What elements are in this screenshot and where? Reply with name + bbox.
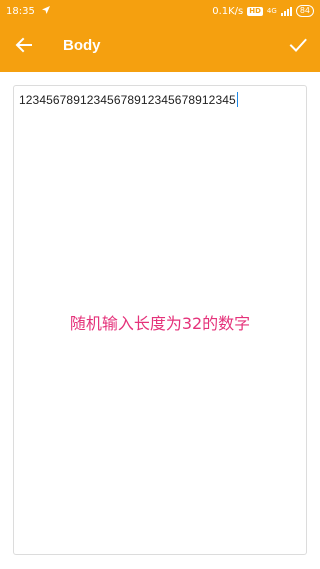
signal-icon	[280, 6, 292, 16]
done-button[interactable]	[286, 35, 310, 59]
network-type: 4G	[266, 7, 277, 15]
battery-level: 84	[299, 6, 310, 15]
location-icon	[41, 5, 51, 18]
app-bar: Body	[0, 22, 320, 72]
annotation-text: 随机输入长度为32的数字	[69, 314, 251, 333]
check-icon	[289, 36, 307, 58]
body-text-value: 12345678912345678912345678912345	[19, 92, 239, 107]
page-title: Body	[63, 37, 101, 54]
hd-badge: HD	[247, 6, 263, 16]
battery-icon: 84	[295, 5, 314, 17]
screen: 18:35 0.1K/s HD 4G 84 Body 1234567891234…	[0, 0, 320, 569]
status-bar: 18:35 0.1K/s HD 4G 84	[0, 0, 320, 22]
body-text: 12345678912345678912345678912345	[19, 93, 236, 107]
body-text-area[interactable]: 12345678912345678912345678912345 随机输入长度为…	[13, 85, 307, 555]
text-caret	[236, 92, 239, 107]
status-time: 18:35	[6, 5, 35, 17]
status-right: 0.1K/s HD 4G 84	[212, 5, 314, 17]
back-button[interactable]	[12, 35, 36, 59]
net-speed: 0.1K/s	[212, 5, 244, 17]
status-left: 18:35	[6, 5, 51, 18]
arrow-left-icon	[15, 36, 33, 58]
